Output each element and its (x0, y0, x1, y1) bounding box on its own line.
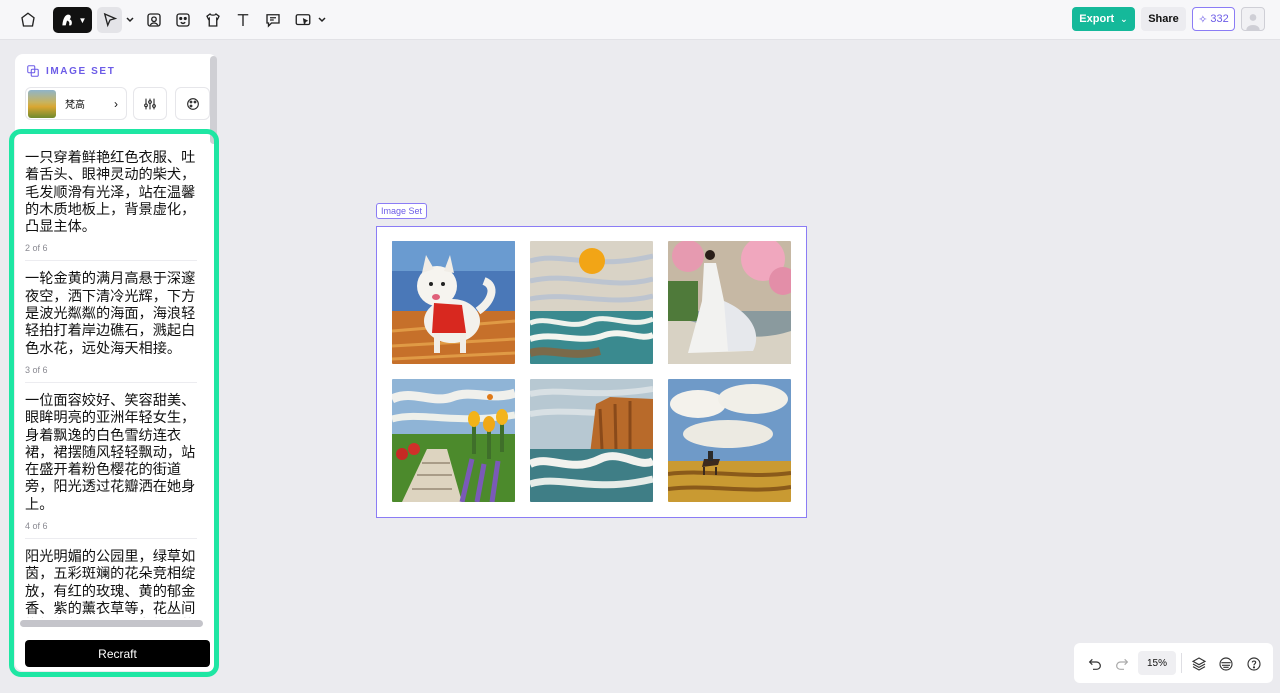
chevron-right-icon: › (114, 96, 118, 111)
list-item[interactable]: 一轮金黄的满月高悬于深邃夜空，洒下清冷光辉，下方是波光粼粼的海面，海浪轻轻拍打着… (25, 271, 197, 383)
generate-icon[interactable] (293, 7, 313, 33)
prompt-text[interactable]: 一只穿着鲜艳红色衣服、吐着舌头、眼神灵动的柴犬，毛发顺滑有光泽，站在温馨的木质地… (25, 150, 197, 236)
chevron-down-icon[interactable] (316, 7, 328, 33)
styles-icon[interactable] (1217, 655, 1235, 673)
home-icon[interactable] (18, 7, 38, 33)
prompt-count: 3 of 6 (25, 365, 197, 383)
sticker-icon[interactable] (173, 7, 193, 33)
girl-cherry-blossom-image[interactable] (668, 241, 791, 364)
credits-count: 332 (1210, 13, 1229, 25)
text-icon[interactable] (233, 7, 253, 33)
chevron-down-icon: ⌄ (1120, 13, 1128, 24)
recraft-button[interactable]: Recraft (25, 640, 210, 667)
prompt-text[interactable]: 一位面容姣好、笑容甜美、眼眸明亮的亚洲年轻女生，身着飘逸的白色雪纺连衣裙，裙摆随… (25, 393, 197, 514)
prompt-count: 2 of 6 (25, 243, 197, 262)
credits-badge[interactable]: ✧ 332 (1192, 7, 1235, 31)
list-item[interactable]: 阳光明媚的公园里，绿草如茵，五彩斑斓的花朵竞相绽放，有红的玫瑰、黄的郁金香、紫的… (25, 549, 197, 618)
select-tool-button[interactable] (97, 7, 122, 33)
chevron-down-icon[interactable] (124, 7, 136, 33)
chevron-down-icon: ▼ (78, 15, 87, 25)
zoom-level[interactable]: 15% (1138, 651, 1176, 675)
style-name: 梵高 (65, 100, 85, 111)
brand-style-button[interactable]: ▼ (53, 7, 92, 33)
sparkle-icon: ✧ (1198, 13, 1208, 26)
prompt-text[interactable]: 阳光明媚的公园里，绿草如茵，五彩斑斓的花朵竞相绽放，有红的玫瑰、黄的郁金香、紫的… (25, 549, 197, 618)
comment-icon[interactable] (263, 7, 283, 33)
moon-sea-image[interactable] (530, 241, 653, 364)
adjust-settings-button[interactable] (133, 87, 167, 120)
cliff-waves-image[interactable] (530, 379, 653, 502)
sliders-icon (144, 98, 156, 109)
export-label: Export (1079, 13, 1115, 25)
image-icon[interactable] (144, 7, 164, 33)
palette-button[interactable] (175, 87, 210, 120)
image-set-tag[interactable]: Image Set (376, 203, 428, 219)
palette-icon (186, 97, 199, 110)
list-item[interactable]: 一位面容姣好、笑容甜美、眼眸明亮的亚洲年轻女生，身着飘逸的白色雪纺连衣裙，裙摆随… (25, 393, 197, 540)
divider (1181, 653, 1182, 673)
layers-icon[interactable] (1190, 655, 1208, 673)
prompt-text[interactable]: 一轮金黄的满月高悬于深邃夜空，洒下清冷光辉，下方是波光粼粼的海面，海浪轻轻拍打着… (25, 271, 197, 357)
flower-park-image[interactable] (392, 379, 515, 502)
panel-header: IMAGE SET (26, 64, 115, 78)
shiba-dog-image[interactable] (392, 241, 515, 364)
prompt-count: 4 of 6 (25, 521, 197, 540)
horse-rider-field-image[interactable] (668, 379, 791, 502)
top-toolbar: ▼ Export ⌄ Share ✧ 332 (0, 0, 1280, 40)
image-set-icon (27, 65, 39, 77)
redo-icon[interactable] (1113, 655, 1131, 673)
prompt-list[interactable]: 一只穿着鲜艳红色衣服、吐着舌头、眼神灵动的柴犬，毛发顺滑有光泽，站在温馨的木质地… (25, 150, 197, 618)
avatar[interactable] (1241, 7, 1265, 31)
undo-icon[interactable] (1086, 655, 1104, 673)
export-button[interactable]: Export ⌄ (1072, 7, 1135, 31)
share-button[interactable]: Share (1141, 7, 1186, 31)
user-icon (1246, 14, 1260, 30)
help-icon[interactable] (1245, 655, 1263, 673)
style-thumbnail (28, 89, 56, 118)
style-selector[interactable]: 梵高 › (25, 87, 127, 120)
panel-title: IMAGE SET (46, 65, 116, 77)
mockup-icon[interactable] (203, 7, 223, 33)
horizontal-scrollbar[interactable] (20, 620, 203, 627)
list-item[interactable]: 一只穿着鲜艳红色衣服、吐着舌头、眼神灵动的柴犬，毛发顺滑有光泽，站在温馨的木质地… (25, 150, 197, 262)
